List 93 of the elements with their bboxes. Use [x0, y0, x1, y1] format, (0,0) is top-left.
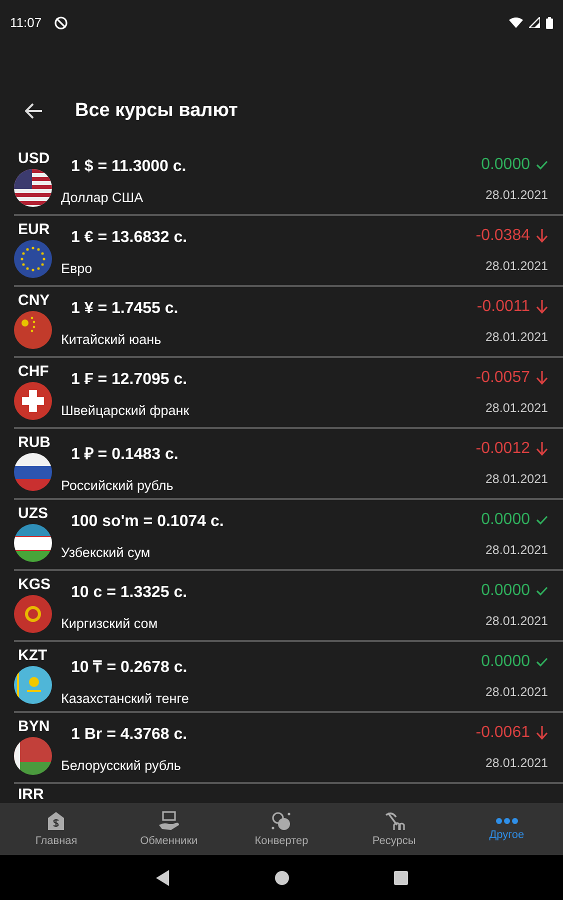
rate-change: -0.0057 [476, 369, 530, 387]
back-arrow-icon[interactable] [25, 103, 43, 119]
exchange-rate: 1 ₽ = 0.1483 с. [71, 445, 180, 464]
nav-tab[interactable]: Главная [0, 803, 113, 855]
flag-icon [14, 240, 52, 278]
rate-change: 0.0000 [481, 156, 530, 174]
exchange-rate: 10 с = 1.3325 с. [71, 584, 188, 602]
rate-date: 28.01.2021 [485, 472, 548, 486]
rate-row[interactable]: CNY 1 ¥ = 1.7455 с. Китайский юань -0.0011 28.01.2021 [14, 287, 563, 358]
page-title: Все курсы валют [75, 100, 238, 122]
currency-name: Китайский юань [61, 332, 162, 347]
down-arrow-icon [536, 371, 548, 385]
currency-code: KGS [18, 577, 51, 593]
exchange-rate: 1 $ = 11.3000 с. [71, 158, 188, 176]
exchange-rate: 10 ₸ = 0.2678 с. [71, 658, 188, 677]
home-icon[interactable] [274, 870, 290, 886]
check-icon [536, 657, 548, 667]
currency-name: Белорусский рубль [61, 758, 182, 773]
rate-row[interactable]: KZT 10 ₸ = 0.2678 с. Казахстанский тенге 0.0000 28.01.2021 [14, 642, 563, 713]
currency-code: BYN [18, 719, 50, 735]
rate-date: 28.01.2021 [485, 685, 548, 699]
currency-code: CHF [18, 364, 49, 380]
rate-change: -0.0011 [476, 298, 530, 316]
rate-change: -0.0012 [476, 440, 530, 458]
rate-change: 0.0000 [481, 653, 530, 671]
currency-code: RUB [18, 435, 50, 451]
rate-change: -0.0384 [476, 227, 530, 245]
flag-icon [14, 382, 52, 420]
rate-row[interactable]: KGS 10 с = 1.3325 с. Киргизский сом 0.0000 28.01.2021 [14, 571, 563, 642]
exchange-rate: 1 Br = 4.3768 с. [71, 726, 188, 744]
rate-date: 28.01.2021 [485, 756, 548, 770]
rate-row[interactable]: USD 1 $ = 11.3000 с. Доллар США 0.0000 28.01.2021 [14, 145, 563, 216]
battery-icon [546, 16, 553, 28]
flag-icon [14, 524, 52, 562]
nav-tab[interactable]: Конвертер [225, 803, 338, 855]
rate-date: 28.01.2021 [485, 188, 548, 202]
rate-date: 28.01.2021 [485, 543, 548, 557]
check-icon [536, 586, 548, 596]
currency-code: UZS [18, 506, 48, 522]
exchange-rate: 1 ₣ = 12.7095 с. [71, 371, 188, 389]
currency-name: Киргизский сом [61, 616, 159, 631]
currency-code: EUR [18, 222, 50, 238]
currency-code: USD [18, 151, 50, 167]
exchange-rate: 100 so'm = 0.1074 с. [71, 513, 225, 531]
check-icon [536, 160, 548, 170]
rate-change: 0.0000 [481, 582, 530, 600]
currency-name: Евро [61, 261, 94, 276]
flag-icon [14, 311, 52, 349]
nav-tab[interactable]: Обменники [112, 803, 226, 855]
currency-name: Швейцарский франк [61, 403, 190, 418]
down-arrow-icon [536, 726, 548, 740]
down-arrow-icon [536, 442, 548, 456]
status-time: 11:07 [10, 15, 42, 30]
rate-date: 28.01.2021 [485, 401, 548, 415]
down-arrow-icon [536, 229, 548, 243]
rate-date: 28.01.2021 [485, 259, 548, 273]
flag-icon [14, 169, 52, 207]
nav-tab[interactable]: Другое [450, 803, 563, 855]
rate-row[interactable]: CHF 1 ₣ = 12.7095 с. Швейцарский франк -0.0057 28.01.2021 [14, 358, 563, 429]
currency-name: Казахстанский тенге [61, 691, 190, 706]
rate-date: 28.01.2021 [485, 330, 548, 344]
back-icon[interactable] [156, 870, 170, 886]
rate-change: 0.0000 [481, 511, 530, 529]
nav-tab[interactable]: Ресурсы [338, 803, 450, 855]
exchange-rate: 1 € = 13.6832 с. [71, 229, 188, 247]
rate-row[interactable]: BYN 1 Br = 4.3768 с. Белорусский рубль -0.0061 28.01.2021 [14, 713, 563, 784]
flag-icon [14, 595, 52, 633]
currency-code: IRR [18, 785, 45, 803]
currency-code: KZT [18, 648, 48, 664]
flag-icon [14, 737, 52, 775]
flag-icon [14, 453, 52, 491]
rate-change: -0.0061 [476, 724, 530, 742]
currency-name: Узбекский сум [61, 545, 152, 560]
flag-icon [14, 666, 52, 704]
hand-cash-icon [158, 811, 180, 831]
wifi-icon [509, 17, 523, 28]
more-icon [494, 817, 519, 825]
recents-icon[interactable] [394, 870, 408, 884]
currency-name: Доллар США [61, 190, 144, 205]
currency-code: CNY [18, 293, 50, 309]
currency-name: Российский рубль [61, 478, 174, 493]
signal-icon [529, 17, 540, 28]
check-icon [536, 515, 548, 525]
down-arrow-icon [536, 300, 548, 314]
coins-icon [270, 811, 292, 831]
home-dollar-icon [46, 811, 66, 831]
sync-off-icon [54, 16, 68, 30]
rate-row[interactable]: RUB 1 ₽ = 0.1483 с. Российский рубль -0.0012 28.01.2021 [14, 429, 563, 500]
pickaxe-icon [383, 811, 406, 831]
rate-row[interactable]: UZS 100 so'm = 0.1074 с. Узбекский сум 0.0000 28.01.2021 [14, 500, 563, 571]
rate-row[interactable]: EUR 1 € = 13.6832 с. Евро -0.0384 28.01.2021 [14, 216, 563, 287]
exchange-rate: 1 ¥ = 1.7455 с. [71, 300, 180, 318]
rate-date: 28.01.2021 [485, 614, 548, 628]
